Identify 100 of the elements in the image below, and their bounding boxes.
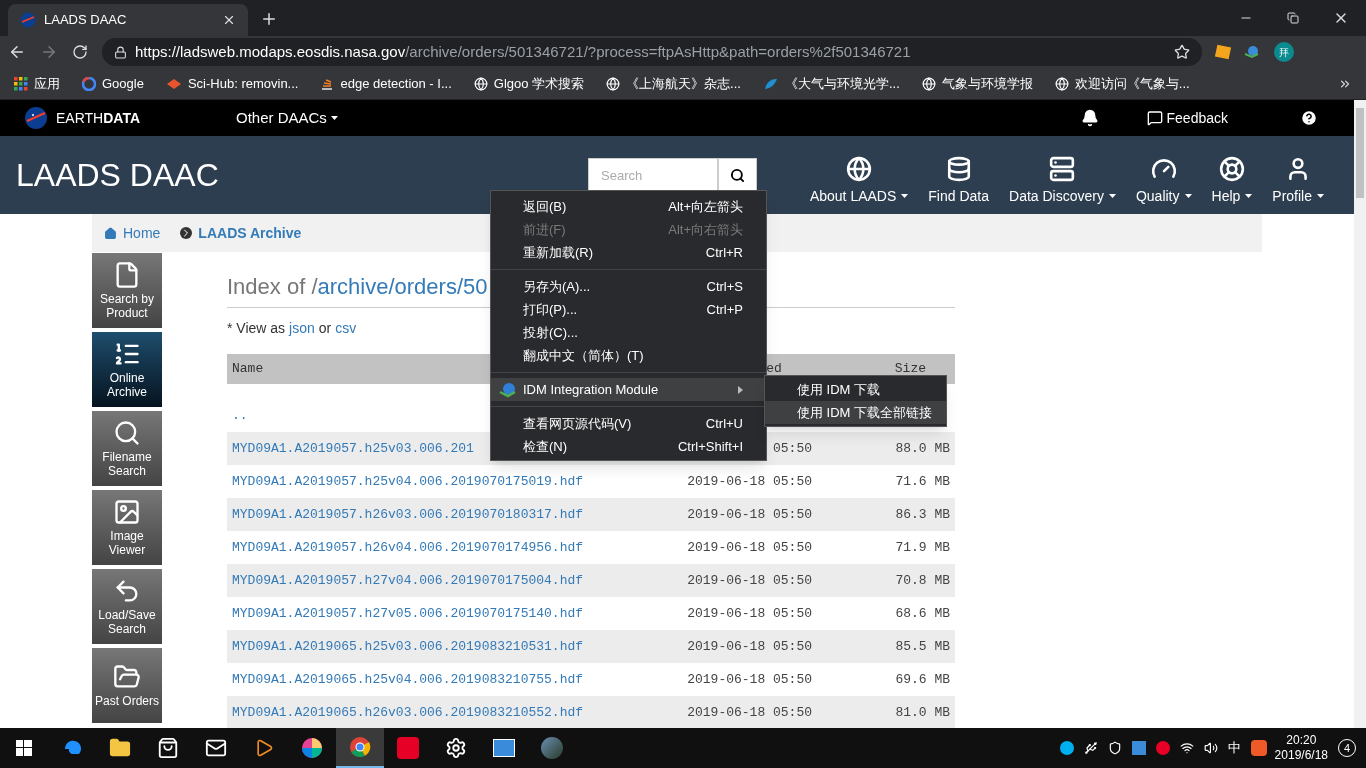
extension-icon[interactable] bbox=[1214, 44, 1232, 60]
folder-icon bbox=[109, 737, 131, 759]
bookmark[interactable]: Google bbox=[82, 73, 144, 94]
google-g-icon bbox=[82, 76, 96, 91]
search-button[interactable] bbox=[718, 158, 757, 192]
music-tray-icon[interactable] bbox=[1155, 741, 1170, 755]
color-wheel-icon bbox=[301, 737, 323, 759]
restore-icon[interactable] bbox=[1287, 12, 1299, 24]
caret-icon bbox=[330, 116, 338, 120]
menu-item[interactable]: 投射(C)... bbox=[491, 321, 766, 344]
bookmark[interactable]: Glgoo 学术搜索 bbox=[473, 73, 585, 94]
bookmark[interactable]: 《上海航天》杂志... bbox=[606, 73, 741, 94]
chrome-icon bbox=[349, 736, 371, 758]
profile-avatar[interactable]: 拜 bbox=[1274, 42, 1294, 62]
app-tray-icon[interactable] bbox=[1131, 741, 1146, 755]
windows-logo-icon bbox=[16, 740, 32, 756]
sidebar-tile[interactable]: Search by Product bbox=[92, 253, 162, 328]
nav-menu-item[interactable]: Quality bbox=[1125, 143, 1202, 207]
table-cell-text: 68.6 MB bbox=[895, 604, 950, 623]
nav-menu-item[interactable]: Data Discovery bbox=[999, 143, 1126, 207]
ime-indicator[interactable]: 中 bbox=[1227, 738, 1241, 758]
file-link[interactable]: MYD09A1.A2019057.h27v04.006.2019070175004.hdf bbox=[232, 570, 669, 591]
or-label: or bbox=[318, 319, 332, 338]
menu-item[interactable]: 翻成中文（简体）(T) bbox=[491, 344, 766, 367]
sidebar-tile[interactable]: Filename Search bbox=[92, 411, 162, 486]
sidebar-tile[interactable]: Image Viewer bbox=[92, 490, 162, 565]
globe-icon bbox=[473, 76, 488, 91]
nav-menu-item[interactable]: Find Data bbox=[918, 143, 999, 207]
forward-icon bbox=[40, 43, 58, 61]
bookmark[interactable]: 《大气与环境光学... bbox=[762, 73, 900, 94]
menu-item[interactable]: 返回(B) Alt+向左箭头 bbox=[491, 195, 766, 218]
sidebar-tile[interactable]: Load/Save Search bbox=[92, 569, 162, 644]
bell-icon[interactable] bbox=[1080, 109, 1099, 127]
browser-tab[interactable]: LAADS DAAC bbox=[8, 4, 248, 36]
csv-link[interactable]: csv bbox=[335, 318, 357, 339]
skype-tray-icon[interactable] bbox=[1059, 741, 1074, 755]
globe-icon bbox=[921, 76, 936, 91]
breadcrumb-link[interactable]: LAADS Archive bbox=[180, 222, 302, 244]
search-field[interactable]: Search bbox=[588, 158, 718, 192]
caret-icon bbox=[1108, 194, 1116, 198]
menu-item[interactable]: 查看网页源代码(V) Ctrl+U bbox=[491, 412, 766, 435]
file-link[interactable]: MYD09A1.A2019057.h26v03.006.2019070180317.hdf bbox=[232, 504, 669, 525]
menu-item[interactable]: 另存为(A)... Ctrl+S bbox=[491, 275, 766, 298]
usb-tray-icon[interactable] bbox=[1083, 741, 1098, 755]
help-icon[interactable] bbox=[1300, 109, 1318, 127]
file-link[interactable]: MYD09A1.A2019057.h25v04.006.2019070175019.hdf bbox=[232, 471, 669, 492]
media-player-icon bbox=[254, 738, 274, 758]
bookmark[interactable]: Sci-Hub: removin... bbox=[165, 73, 299, 94]
sidebar-tile[interactable]: Online Archive bbox=[92, 332, 162, 407]
bookmark[interactable]: 气象与环境学报 bbox=[921, 73, 1033, 94]
address-bar[interactable]: https://ladsweb.modaps.eosdis.nasa.gov/archive/orders/501346721/?process=ftpAsHttp&path=orders%2f501346721 bbox=[102, 38, 1202, 66]
search-icon bbox=[113, 419, 141, 447]
bookmark-star-icon[interactable] bbox=[1174, 44, 1190, 60]
caret-icon bbox=[1184, 194, 1192, 198]
clock[interactable]: 20:20 2019/6/18 bbox=[1274, 733, 1328, 763]
table-cell-text: 05:50 bbox=[773, 439, 812, 458]
bookmark[interactable]: 应用 bbox=[14, 73, 60, 94]
lock-icon bbox=[114, 45, 127, 59]
menu-item[interactable]: 打印(P)... Ctrl+P bbox=[491, 298, 766, 321]
other-daacs-menu[interactable]: Other DAACs bbox=[236, 106, 338, 130]
json-link[interactable]: json bbox=[289, 318, 315, 339]
reload-icon[interactable] bbox=[72, 44, 88, 60]
idm-extension-icon[interactable] bbox=[1244, 45, 1260, 59]
column-header: ed bbox=[766, 360, 782, 379]
volume-icon[interactable] bbox=[1203, 741, 1218, 755]
nav-menu-item[interactable]: Profile bbox=[1262, 143, 1334, 207]
feedback-link[interactable]: Feedback bbox=[1146, 107, 1228, 129]
menu-item[interactable]: 使用 IDM 下载全部链接 bbox=[765, 401, 946, 424]
menu-item[interactable]: 检查(N) Ctrl+Shift+I bbox=[491, 435, 766, 458]
close-icon[interactable] bbox=[222, 13, 236, 27]
back-icon[interactable] bbox=[8, 43, 26, 61]
contact-card-icon bbox=[493, 739, 515, 757]
sogou-tray-icon[interactable] bbox=[1250, 740, 1267, 756]
new-tab-icon[interactable] bbox=[260, 10, 278, 28]
file-link[interactable]: MYD09A1.A2019057.h27v05.006.2019070175140.hdf bbox=[232, 603, 669, 624]
shield-tray-icon[interactable] bbox=[1107, 741, 1122, 755]
menu-item[interactable]: 使用 IDM 下载 bbox=[765, 378, 946, 401]
file-link[interactable]: MYD09A1.A2019065.h25v03.006.2019083210531.hdf bbox=[232, 636, 669, 657]
table-cell-text: 69.6 MB bbox=[895, 670, 950, 689]
menu-item[interactable]: IDM Integration Module bbox=[491, 378, 766, 401]
nav-menu-item[interactable]: About LAADS bbox=[799, 143, 919, 207]
bookmark[interactable]: edge detection - I... bbox=[320, 73, 452, 94]
file-link[interactable]: MYD09A1.A2019057.h26v04.006.2019070174956.hdf bbox=[232, 537, 669, 558]
bookmark[interactable]: 欢迎访问《气象与... bbox=[1054, 73, 1190, 94]
server-icon bbox=[1049, 155, 1076, 182]
idm-icon bbox=[499, 381, 517, 398]
menu-item[interactable]: 重新加载(R) Ctrl+R bbox=[491, 241, 766, 264]
caret-icon bbox=[901, 194, 909, 198]
table-cell-text: 88.0 MB bbox=[895, 439, 950, 458]
raven-icon bbox=[165, 76, 182, 91]
nav-menu-item[interactable]: Help bbox=[1201, 143, 1263, 207]
sidebar-tile[interactable]: Past Orders bbox=[92, 648, 162, 723]
breadcrumb-link[interactable]: Home bbox=[104, 222, 161, 244]
wifi-icon[interactable] bbox=[1179, 741, 1194, 755]
file-link[interactable]: MYD09A1.A2019065.h26v03.006.2019083210552.hdf bbox=[232, 702, 669, 723]
table-cell-text: 71.9 MB bbox=[895, 538, 950, 557]
taskbar-button[interactable] bbox=[336, 728, 384, 768]
table-cell-text: 2019-06-18 05:50 bbox=[687, 604, 812, 623]
file-link[interactable]: MYD09A1.A2019065.h25v04.006.2019083210755.hdf bbox=[232, 669, 669, 690]
column-header: Size bbox=[894, 360, 926, 379]
